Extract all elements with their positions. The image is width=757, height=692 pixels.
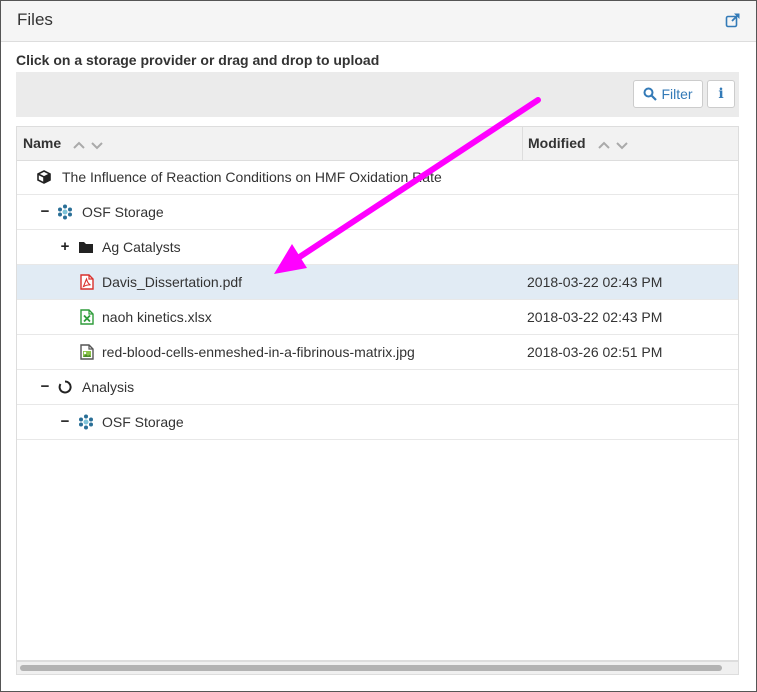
sort-modified-icons[interactable] [598,137,628,155]
panel-title: Files [17,10,53,29]
tree-row-davis-dissertation[interactable]: Davis_Dissertation.pdf 2018-03-22 02:43 … [17,265,738,300]
row-label: The Influence of Reaction Conditions on … [62,169,442,185]
filter-button[interactable]: Filter [633,80,703,108]
files-toolbar: Filter i [16,72,739,117]
row-label: Davis_Dissertation.pdf [102,274,243,290]
row-modified: 2018-03-26 02:51 PM [527,344,663,360]
tree-row-analysis-osf-storage[interactable]: − OSF Storage [17,405,738,440]
expand-toggle[interactable]: + [60,238,70,255]
panel-header: Files [1,1,756,42]
row-label: OSF Storage [82,204,164,220]
cube-icon [36,169,52,185]
tree-row-osf-storage[interactable]: − OSF Storage [17,195,738,230]
row-modified: 2018-03-22 02:43 PM [527,309,663,325]
row-label: Ag Catalysts [102,239,181,255]
scrollbar-thumb[interactable] [20,665,722,671]
column-name-header[interactable]: Name [23,135,61,151]
row-label: naoh kinetics.xlsx [102,309,212,325]
upload-instructions: Click on a storage provider or drag and … [16,52,380,68]
external-link-icon[interactable] [725,12,741,28]
search-icon [643,87,658,101]
info-icon: i [718,86,724,102]
component-circle-icon [57,379,73,395]
image-file-icon [79,344,95,360]
osf-storage-icon [57,204,73,220]
tree-row-ag-catalysts[interactable]: + Ag Catalysts [17,230,738,265]
tree-row-analysis[interactable]: − Analysis [17,370,738,405]
collapse-toggle[interactable]: − [60,413,70,430]
pdf-file-icon [79,274,95,290]
grid-header: Name Modified [17,127,738,161]
row-label: Analysis [82,379,135,395]
row-label: red-blood-cells-enmeshed-in-a-fibrinous-… [102,344,415,360]
tree-row-project[interactable]: The Influence of Reaction Conditions on … [17,160,738,195]
column-divider[interactable] [522,127,523,160]
row-modified: 2018-03-22 02:43 PM [527,274,663,290]
sort-name-icons[interactable] [73,137,103,155]
filter-label: Filter [661,86,693,102]
info-button[interactable]: i [707,80,735,108]
collapse-toggle[interactable]: − [40,378,50,395]
file-tree-grid: Name Modified The Influence of Reaction … [16,126,739,661]
folder-icon [78,239,94,255]
column-modified-header[interactable]: Modified [528,135,586,151]
horizontal-scrollbar[interactable] [16,661,739,675]
tree-row-red-blood-cells-image[interactable]: red-blood-cells-enmeshed-in-a-fibrinous-… [17,335,738,370]
excel-file-icon [79,309,95,325]
collapse-toggle[interactable]: − [40,203,50,220]
tree-row-naoh-kinetics[interactable]: naoh kinetics.xlsx 2018-03-22 02:43 PM [17,300,738,335]
osf-storage-icon [78,414,94,430]
row-label: OSF Storage [102,414,184,430]
